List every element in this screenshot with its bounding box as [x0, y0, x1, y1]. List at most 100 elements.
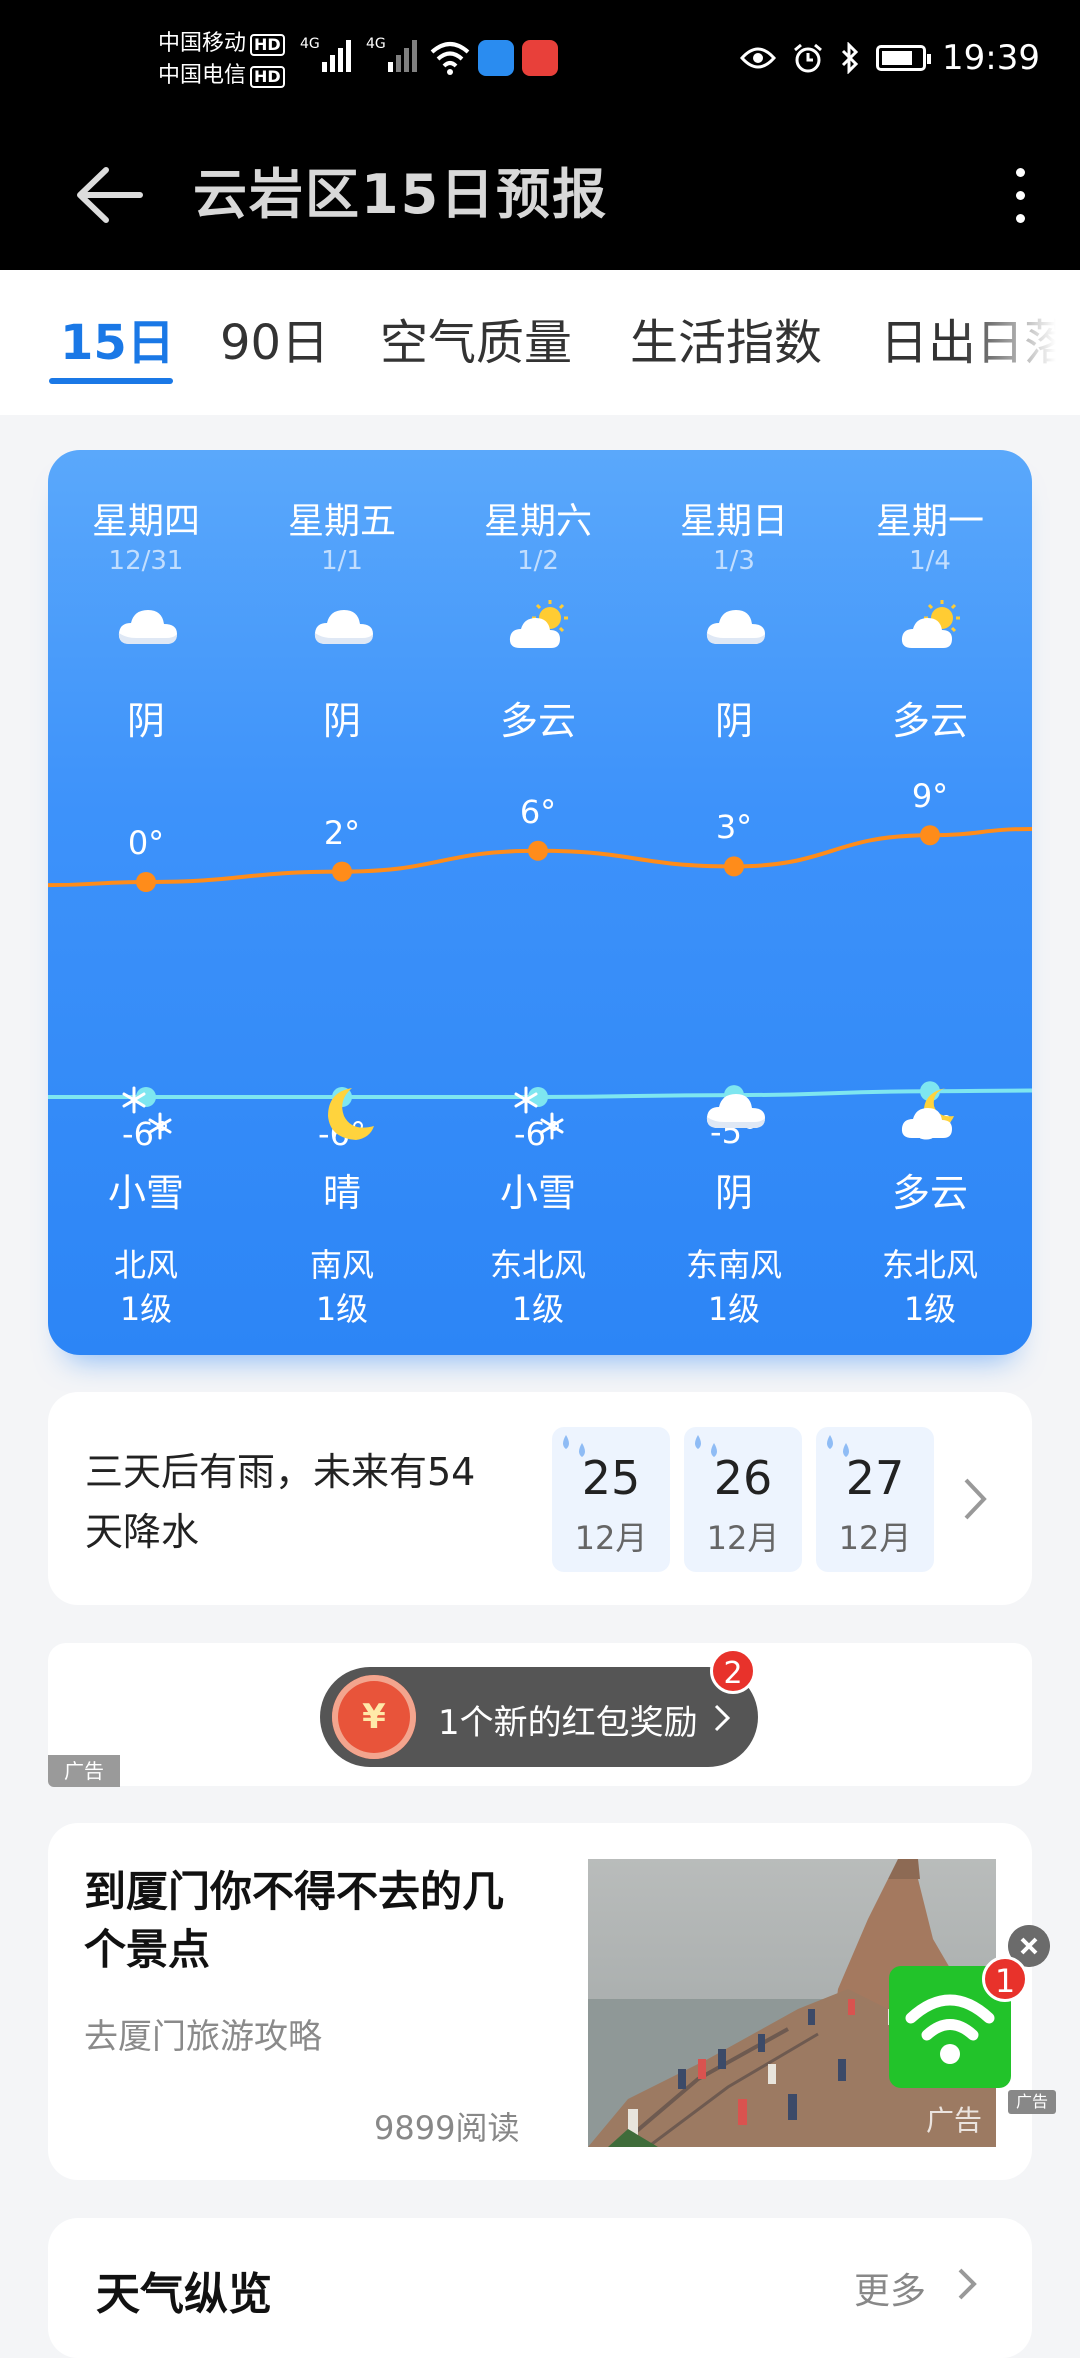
cloudy-icon — [704, 598, 768, 654]
wind-direction: 北风 — [113, 1246, 178, 1284]
wind-direction: 东北风 — [489, 1246, 586, 1284]
chevron-right-icon — [714, 1704, 731, 1732]
notification-badge: 1 — [982, 1956, 1028, 2002]
date-label: 1/4 — [909, 546, 951, 576]
wind-direction: 南风 — [309, 1246, 374, 1284]
high-temp-point — [528, 840, 548, 861]
article-read-count: 9899阅读 — [374, 2109, 520, 2147]
date-label: 1/1 — [321, 546, 363, 576]
high-temp: 9° — [911, 777, 949, 816]
high-temp: 3° — [715, 808, 753, 847]
weekday-label: 星期四 — [91, 501, 200, 542]
weather-overview-card: 天气纵览 更多 — [48, 2218, 1032, 2358]
temperature-chart — [48, 825, 1032, 1107]
night-condition: 小雪 — [499, 1171, 576, 1215]
wifi-icon — [430, 42, 470, 75]
article-title: 到厦门你不得不去的几个景点 — [84, 1867, 505, 1974]
cloudy-icon — [116, 598, 180, 654]
hd-badge: HD — [250, 66, 285, 88]
date-label: 1/3 — [713, 546, 755, 576]
rain-day[interactable]: 26 12月 — [684, 1427, 802, 1572]
wind-level: 1级 — [315, 1290, 369, 1328]
rain-day[interactable]: 27 12月 — [816, 1427, 934, 1572]
precipitation-summary: 三天后有雨，未来有54天降水 — [85, 1450, 476, 1554]
day-condition: 多云 — [891, 699, 968, 743]
day-condition: 阴 — [714, 699, 753, 743]
huawei-store-icon — [522, 40, 558, 76]
eye-icon — [740, 47, 777, 69]
status-bar: 中国移动 HD 中国电信 HD 4G 4G 19:39 — [0, 0, 1080, 125]
snow-icon — [508, 1082, 572, 1146]
date-label: 12/31 — [108, 546, 184, 576]
chevron-right-icon[interactable] — [956, 2266, 978, 2302]
day-condition: 多云 — [499, 699, 576, 743]
night-condition: 阴 — [714, 1171, 753, 1215]
more-options-icon[interactable] — [1000, 155, 1040, 235]
tab-90-day[interactable]: 90日 — [220, 303, 329, 373]
page-title: 云岩区15日预报 — [193, 163, 609, 226]
weekday-label: 星期五 — [287, 501, 396, 542]
signal-2: 4G — [366, 36, 417, 72]
carrier-info: 中国移动 HD 中国电信 HD — [158, 28, 285, 92]
status-right: 19:39 — [740, 38, 1040, 78]
tab-life-index[interactable]: 生活指数 — [630, 303, 822, 373]
night-condition: 晴 — [322, 1171, 361, 1215]
red-packet-text: 1个新的红包奖励 — [438, 1703, 698, 1743]
notification-badge: 2 — [710, 1648, 756, 1694]
active-tab-indicator — [49, 378, 173, 384]
wind-direction: 东南风 — [685, 1246, 782, 1284]
article-subtitle: 去厦门旅游攻略 — [84, 2017, 322, 2057]
weekday-label: 星期日 — [679, 501, 788, 542]
high-temp: 0° — [127, 824, 165, 862]
partly-cloudy-sun-icon — [900, 598, 964, 654]
partly-cloudy-sun-icon — [508, 598, 572, 654]
weekday-label: 星期一 — [875, 501, 984, 542]
ad-label: 广告 — [48, 1755, 120, 1787]
high-temp-point — [724, 856, 744, 877]
tab-15-day[interactable]: 15日 — [60, 303, 175, 373]
wind-level: 1级 — [707, 1290, 761, 1328]
hd-badge: HD — [250, 34, 285, 56]
forecast-card[interactable]: 星期四12/31阴0°-6°小雪北风1级星期五1/1阴2°-6°晴南风1级星期六… — [48, 450, 1032, 1355]
title-bar: 云岩区15日预报 — [0, 125, 1080, 270]
high-temp-point — [920, 825, 940, 846]
carrier-1: 中国移动 — [158, 31, 247, 56]
tab-bar: 15日 90日 空气质量 生活指数 日出日落 — [0, 270, 1080, 415]
section-title: 天气纵览 — [96, 2269, 272, 2320]
day-condition: 阴 — [126, 699, 165, 743]
cloudy-icon — [312, 598, 376, 654]
night-condition: 小雪 — [107, 1171, 184, 1215]
date-label: 1/2 — [517, 546, 559, 576]
ad-label: 广告 — [925, 2104, 982, 2137]
wind-level: 1级 — [903, 1290, 957, 1328]
ad-label: 广告 — [1008, 2090, 1056, 2114]
precipitation-card[interactable]: 三天后有雨，未来有54天降水 25 12月 26 12月 27 12月 — [48, 1392, 1032, 1605]
bluetooth-icon — [841, 42, 859, 74]
more-link[interactable]: 更多 — [854, 2262, 926, 2314]
alarm-icon — [794, 43, 822, 73]
high-temp: 2° — [323, 813, 361, 852]
article-card[interactable]: 到厦门你不得不去的几个景点 去厦门旅游攻略 9899阅读 广告 — [48, 1823, 1032, 2180]
wind-level: 1级 — [511, 1290, 565, 1328]
battery-icon — [876, 45, 932, 71]
moon-icon — [312, 1082, 376, 1146]
cloudy-icon — [704, 1082, 768, 1146]
weekday-label: 星期六 — [483, 501, 592, 542]
signal-1: 4G — [300, 36, 351, 72]
clock: 19:39 — [942, 38, 1040, 78]
snow-icon — [116, 1082, 180, 1146]
partly-cloudy-moon-icon — [900, 1082, 964, 1146]
wind-direction: 东北风 — [881, 1246, 978, 1284]
high-temp-point — [136, 872, 156, 892]
back-arrow-icon[interactable] — [70, 155, 150, 235]
tab-air-quality[interactable]: 空气质量 — [380, 303, 572, 373]
coin-icon: ¥ — [332, 1675, 416, 1759]
night-condition: 多云 — [891, 1171, 968, 1215]
carrier-2: 中国电信 — [158, 63, 247, 88]
high-temp: 6° — [519, 792, 557, 831]
app-notification-icon — [478, 40, 514, 76]
day-condition: 阴 — [322, 699, 361, 743]
wind-level: 1级 — [119, 1290, 173, 1328]
chevron-right-icon[interactable] — [960, 1476, 990, 1522]
rain-day[interactable]: 25 12月 — [552, 1427, 670, 1572]
